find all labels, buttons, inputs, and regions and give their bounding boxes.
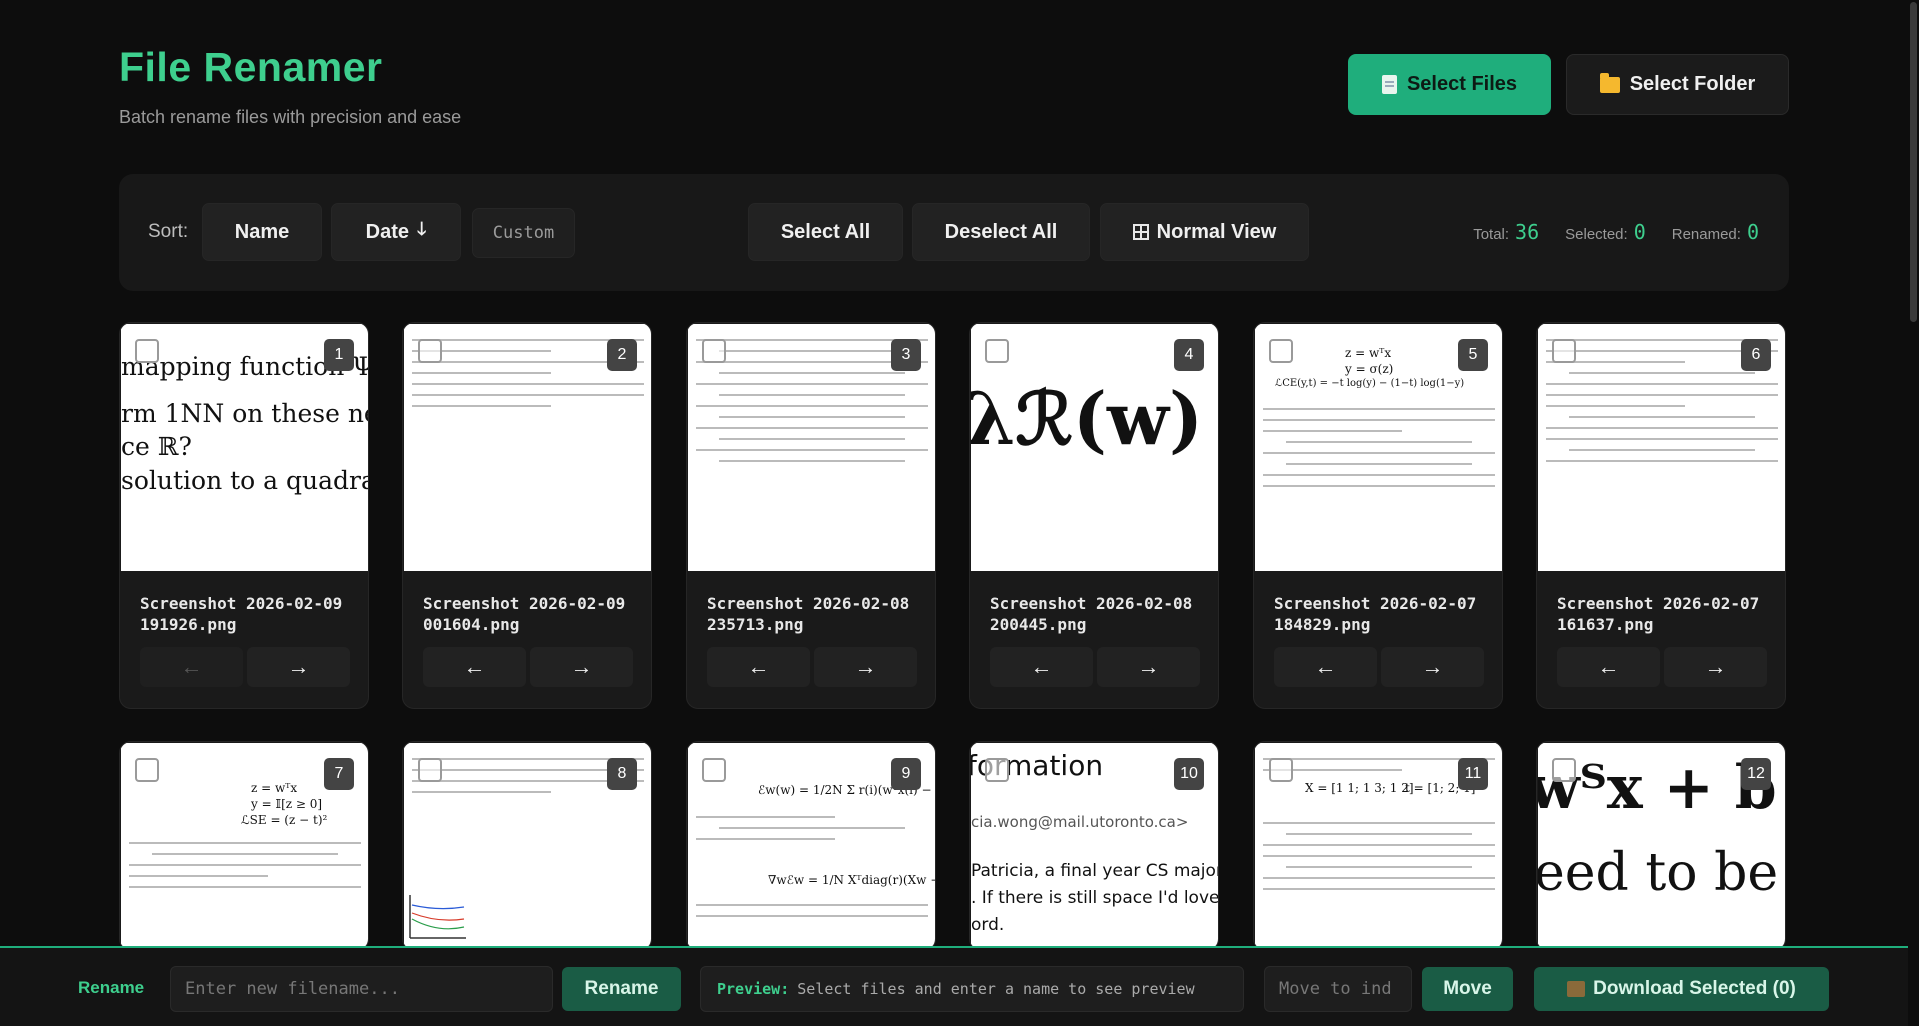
index-badge: 10 [1174,758,1204,790]
select-files-button[interactable]: Select Files [1348,54,1551,115]
sort-date-label: Date [365,220,409,243]
stat-selected-value: 0 [1633,220,1646,244]
index-badge: 5 [1458,339,1488,371]
index-badge: 12 [1741,758,1771,790]
index-badge: 2 [607,339,637,371]
move-right-button[interactable]: → [1664,647,1767,687]
preview-label: Preview: [717,980,790,998]
move-left-button[interactable]: ← [1274,647,1377,687]
bottom-action-bar: Rename Enter new filename... Rename Prev… [0,946,1908,1026]
move-right-button[interactable]: → [247,647,350,687]
index-badge: 11 [1458,758,1488,790]
select-checkbox[interactable] [135,758,159,782]
file-card[interactable]: 2 Screenshot 2026-02-09 001604.png ← → [402,322,652,709]
select-checkbox[interactable] [1552,339,1576,363]
file-card[interactable]: 8 [402,741,652,951]
move-right-button[interactable]: → [814,647,917,687]
normal-view-label: Normal View [1156,220,1277,243]
download-selected-button[interactable]: Download Selected (0) [1534,967,1829,1011]
rename-label: Rename [78,978,145,997]
move-right-button[interactable]: → [530,647,633,687]
move-right-button[interactable]: → [1381,647,1484,687]
select-all-button[interactable]: Select All [748,203,903,261]
index-badge: 6 [1741,339,1771,371]
normal-view-button[interactable]: Normal View [1100,203,1309,261]
select-checkbox[interactable] [1269,758,1293,782]
file-card[interactable]: ℰw(w) = 1/2N Σ r(i)(wᵀx(i) − t(i))² ∇wℰw… [686,741,936,951]
move-left-button[interactable]: ← [140,647,243,687]
file-name: Screenshot 2026-02-07 184829.png [1274,594,1477,634]
select-files-label: Select Files [1406,73,1518,95]
select-checkbox[interactable] [1269,339,1293,363]
app-title: File Renamer [119,44,383,90]
grid-icon [1132,224,1149,240]
file-card[interactable]: 3 Screenshot 2026-02-08 235713.png ← → [686,322,936,709]
select-checkbox[interactable] [418,339,442,363]
move-to-index-input[interactable]: Move to ind [1264,966,1412,1012]
stat-renamed: Renamed: 0 [1671,220,1759,244]
select-checkbox[interactable] [985,758,1009,782]
scrollbar-thumb[interactable] [1910,2,1917,322]
index-badge: 7 [324,758,354,790]
package-icon [1567,981,1586,997]
file-card[interactable]: z = wᵀx y = 𝕀[z ≥ 0] ℒSE = (z − t)² 7 [119,741,369,951]
index-badge: 9 [891,758,921,790]
app-subtitle: Batch rename files with precision and ea… [119,107,462,127]
arrow-down-icon: 🡓 [416,219,427,239]
move-left-button[interactable]: ← [990,647,1093,687]
download-selected-label: Download Selected (0) [1593,978,1796,999]
select-checkbox[interactable] [1552,758,1576,782]
select-checkbox[interactable] [418,758,442,782]
file-card[interactable]: mapping function Ψ(x) rm 1NN on these ne… [119,322,369,709]
stat-renamed-value: 0 [1746,220,1759,244]
stat-total: Total: 36 [1473,220,1540,244]
file-name: Screenshot 2026-02-08 200445.png [990,594,1193,634]
move-right-button[interactable]: → [1097,647,1200,687]
rename-button[interactable]: Rename [562,967,681,1011]
stat-total-value: 36 [1515,220,1540,244]
index-badge: 4 [1174,339,1204,371]
index-badge: 1 [324,339,354,371]
toolbar: Sort: Name Date 🡓 Custom Select All Dese… [119,174,1789,291]
stats: Total: 36 Selected: 0 Renamed: 0 [1473,220,1759,244]
file-name: Screenshot 2026-02-09 191926.png [140,594,343,634]
file-name: Screenshot 2026-02-08 235713.png [707,594,910,634]
select-checkbox[interactable] [702,339,726,363]
move-button[interactable]: Move [1422,967,1513,1011]
select-folder-button[interactable]: Select Folder [1566,54,1789,115]
file-card[interactable]: X = [1 1; 1 3; 1 2] t = [1; 2; 1] 11 [1253,741,1503,951]
file-card[interactable]: z = wᵀx y = σ(z) ℒCE(y,t) = −t log(y) − … [1253,322,1503,709]
file-name: Screenshot 2026-02-09 001604.png [423,594,626,634]
sort-label: Sort: [148,221,189,242]
new-filename-input[interactable]: Enter new filename... [170,966,553,1012]
document-icon [1381,75,1397,94]
file-card[interactable]: wᵀx + b eed to be 12 [1536,741,1786,951]
sort-name-button[interactable]: Name [202,203,322,261]
stat-selected: Selected: 0 [1565,220,1646,244]
select-checkbox[interactable] [135,339,159,363]
move-left-button[interactable]: ← [1557,647,1660,687]
select-checkbox[interactable] [702,758,726,782]
sort-date-button[interactable]: Date 🡓 [331,203,461,261]
file-card[interactable]: 6 Screenshot 2026-02-07 161637.png ← → [1536,322,1786,709]
file-card[interactable]: formation cia.wong@mail.utoronto.ca> Pat… [969,741,1219,951]
deselect-all-button[interactable]: Deselect All [912,203,1090,261]
scrollbar[interactable] [1908,0,1919,946]
move-left-button[interactable]: ← [423,647,526,687]
index-badge: 8 [607,758,637,790]
file-name: Screenshot 2026-02-07 161637.png [1557,594,1760,634]
select-checkbox[interactable] [985,339,1009,363]
move-left-button[interactable]: ← [707,647,810,687]
chart-thumbnail-icon [409,895,466,939]
preview-text: Select files and enter a name to see pre… [797,980,1195,998]
sort-custom-button[interactable]: Custom [472,208,575,258]
folder-icon [1599,72,1620,93]
select-folder-label: Select Folder [1629,73,1756,95]
index-badge: 3 [891,339,921,371]
preview-box: Preview: Select files and enter a name t… [700,966,1244,1012]
file-card[interactable]: λℛ(w) 4 Screenshot 2026-02-08 200445.png… [969,322,1219,709]
